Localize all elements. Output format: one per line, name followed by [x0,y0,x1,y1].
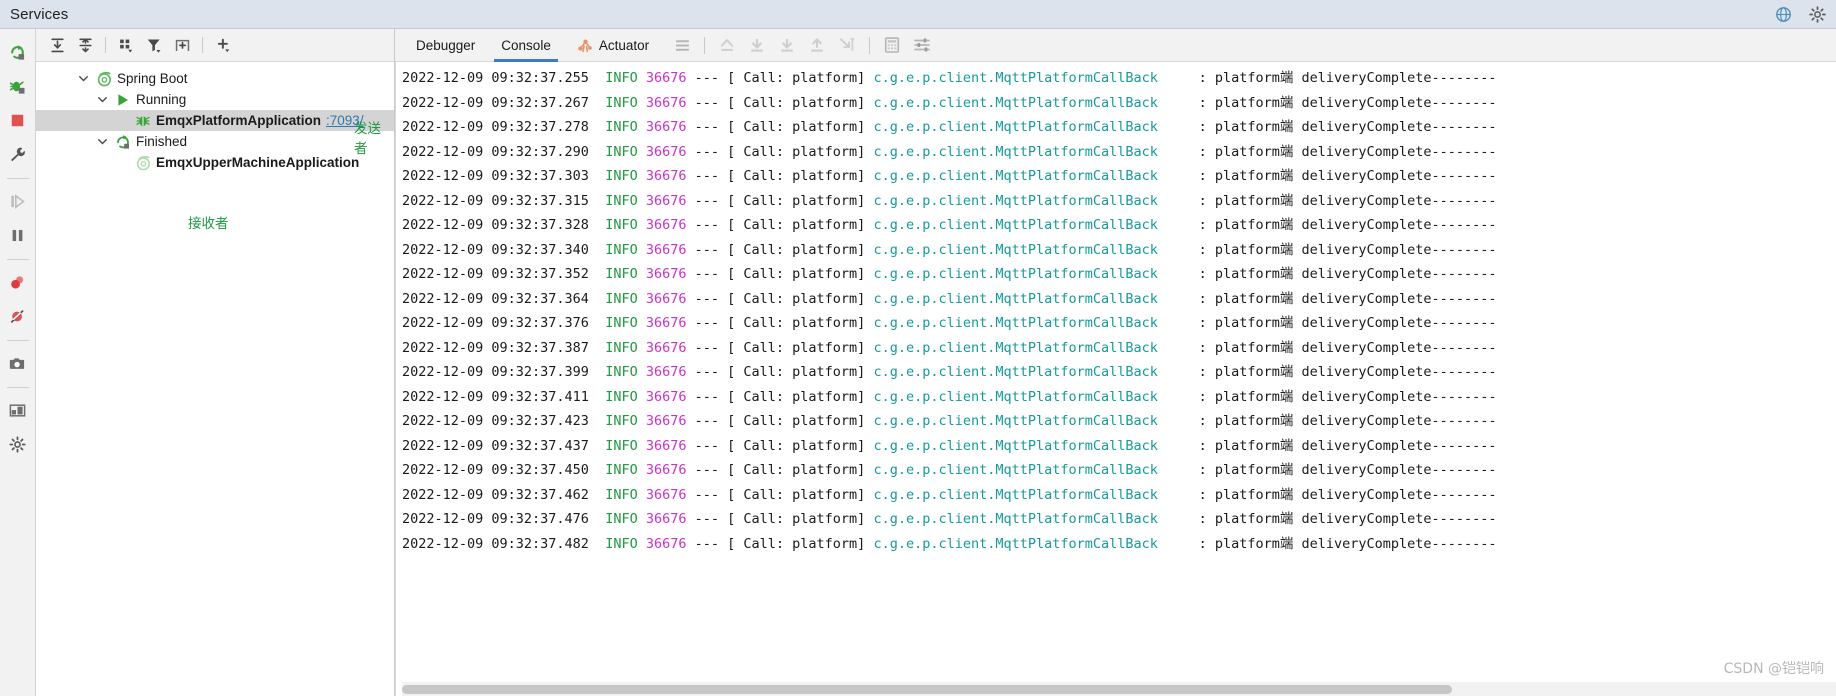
console-log-line: 2022-12-09 09:32:37.267 INFO 36676 --- [… [402,94,1497,111]
tree-node-spring-boot[interactable]: Spring Boot [36,68,394,89]
gear-icon[interactable] [1809,6,1826,23]
toolbar-separator [105,37,106,53]
layout-settings-icon[interactable] [3,395,33,425]
console-panel: Debugger Console Actuator 2022-12-09 09:… [395,29,1836,696]
services-window: Services Spring Boot Running EmqxPlatfor… [0,0,1836,696]
tab-debugger[interactable]: Debugger [403,29,488,62]
horizontal-scrollbar-thumb[interactable] [402,685,1452,694]
console-log-line: 2022-12-09 09:32:37.255 INFO 36676 --- [… [402,70,1497,86]
tree-node-label: EmqxPlatformApplication [156,113,322,128]
rerun-icon[interactable] [3,37,33,67]
console-log-line: 2022-12-09 09:32:37.476 INFO 36676 --- [… [402,511,1497,527]
window-titlebar: Services [0,0,1836,29]
tab-console[interactable]: Console [488,29,564,62]
globe-icon[interactable] [1775,6,1792,23]
console-log-line: 2022-12-09 09:32:37.450 INFO 36676 --- [… [402,462,1497,478]
actuator-icon [577,37,594,54]
spring-boot-icon [96,71,112,87]
console-log-line: 2022-12-09 09:32:37.462 INFO 36676 --- [… [402,486,1497,503]
tab-actuator[interactable]: Actuator [564,29,662,62]
debug-action-rail [0,29,36,696]
tree-node-running[interactable]: Running [36,89,394,110]
expand-all-icon[interactable] [44,33,70,57]
mute-breakpoints-icon[interactable] [3,301,33,331]
annotation-receiver: 接收者 [188,216,229,232]
chevron-down-icon[interactable] [96,135,109,148]
toolbar-separator [202,37,203,53]
collapse-all-icon[interactable] [72,33,98,57]
step-out-icon[interactable] [713,33,741,57]
console-log-line: 2022-12-09 09:32:37.376 INFO 36676 --- [… [402,315,1497,331]
tab-label: Console [501,37,551,53]
tree-node-label: EmqxUpperMachineApplication [156,155,360,170]
debug-icon[interactable] [3,71,33,101]
spring-boot-gray-icon [135,155,151,171]
console-log-line: 2022-12-09 09:32:37.315 INFO 36676 --- [… [402,192,1497,209]
view-breakpoints-icon[interactable] [3,267,33,297]
tab-label: Debugger [416,37,476,53]
chevron-down-icon[interactable] [77,72,90,85]
tree-node-finished[interactable]: Finished [36,131,394,152]
step-over-icon[interactable] [743,33,771,57]
console-output-area[interactable]: 2022-12-09 09:32:37.255 INFO 36676 --- [… [395,62,1836,696]
wrench-icon[interactable] [3,139,33,169]
annotation-sender: 发送者 [354,121,381,157]
tree-node-label: Finished [136,134,188,149]
resume-program-icon[interactable] [3,186,33,216]
camera-snapshot-icon[interactable] [3,348,33,378]
console-log-line: 2022-12-09 09:32:37.290 INFO 36676 --- [… [402,143,1497,160]
step-into-icon[interactable] [773,33,801,57]
tree-node-emqx-upper-machine-application[interactable]: EmqxUpperMachineApplication [36,152,394,173]
horizontal-scrollbar[interactable] [402,682,1836,696]
console-log-line: 2022-12-09 09:32:37.423 INFO 36676 --- [… [402,413,1497,429]
settings-sliders-icon[interactable] [908,33,936,57]
console-log-line: 2022-12-09 09:32:37.482 INFO 36676 --- [… [402,535,1497,552]
console-toolbar: Debugger Console Actuator [395,29,1836,62]
services-tree-toolbar [36,29,394,62]
console-log-line: 2022-12-09 09:32:37.340 INFO 36676 --- [… [402,241,1497,258]
force-step-into-icon[interactable] [803,33,831,57]
add-tab-icon[interactable] [169,33,195,57]
spring-boot-debug-icon [135,113,151,129]
toolbar-separator [704,36,706,54]
page-title: Services [10,5,69,23]
evaluate-expression-calculator-icon[interactable] [878,33,906,57]
add-service-plus-icon[interactable] [210,33,236,57]
rerun-finished-icon [115,134,131,150]
console-log-line: 2022-12-09 09:32:37.352 INFO 36676 --- [… [402,266,1497,282]
console-log: 2022-12-09 09:32:37.255 INFO 36676 --- [… [396,62,1836,556]
rail-separator [6,259,29,260]
console-log-line: 2022-12-09 09:32:37.328 INFO 36676 --- [… [402,217,1497,233]
console-log-line: 2022-12-09 09:32:37.364 INFO 36676 --- [… [402,290,1497,307]
tree-node-label: Spring Boot [117,71,188,86]
run-to-cursor-icon[interactable] [833,33,861,57]
rail-separator [6,178,29,179]
run-play-icon [115,92,131,108]
console-log-line: 2022-12-09 09:32:37.411 INFO 36676 --- [… [402,388,1497,405]
group-by-icon[interactable] [113,33,139,57]
titlebar-actions [1775,0,1826,29]
console-log-line: 2022-12-09 09:32:37.387 INFO 36676 --- [… [402,339,1497,356]
tab-label: Actuator [598,37,650,53]
chevron-down-icon[interactable] [96,93,109,106]
console-log-line: 2022-12-09 09:32:37.278 INFO 36676 --- [… [402,119,1497,135]
watermark: CSDN @铠铠响 [1723,661,1824,677]
window-body: Spring Boot Running EmqxPlatformApplicat… [0,29,1836,696]
pause-program-icon[interactable] [3,220,33,250]
services-tree[interactable]: Spring Boot Running EmqxPlatformApplicat… [36,62,394,696]
toolbar-separator [869,36,871,54]
hamburger-menu-icon[interactable] [668,33,696,57]
console-log-line: 2022-12-09 09:32:37.437 INFO 36676 --- [… [402,437,1497,454]
stop-icon[interactable] [3,105,33,135]
rail-separator [6,340,29,341]
tree-node-label: Running [136,92,187,107]
services-tree-panel: Spring Boot Running EmqxPlatformApplicat… [36,29,395,696]
console-log-line: 2022-12-09 09:32:37.303 INFO 36676 --- [… [402,168,1497,184]
console-log-line: 2022-12-09 09:32:37.399 INFO 36676 --- [… [402,364,1497,380]
tree-node-emqx-platform-application[interactable]: EmqxPlatformApplication :7093/ [36,110,394,131]
console-settings-gear-icon[interactable] [3,429,33,459]
filter-icon[interactable] [141,33,167,57]
rail-separator [6,387,29,388]
